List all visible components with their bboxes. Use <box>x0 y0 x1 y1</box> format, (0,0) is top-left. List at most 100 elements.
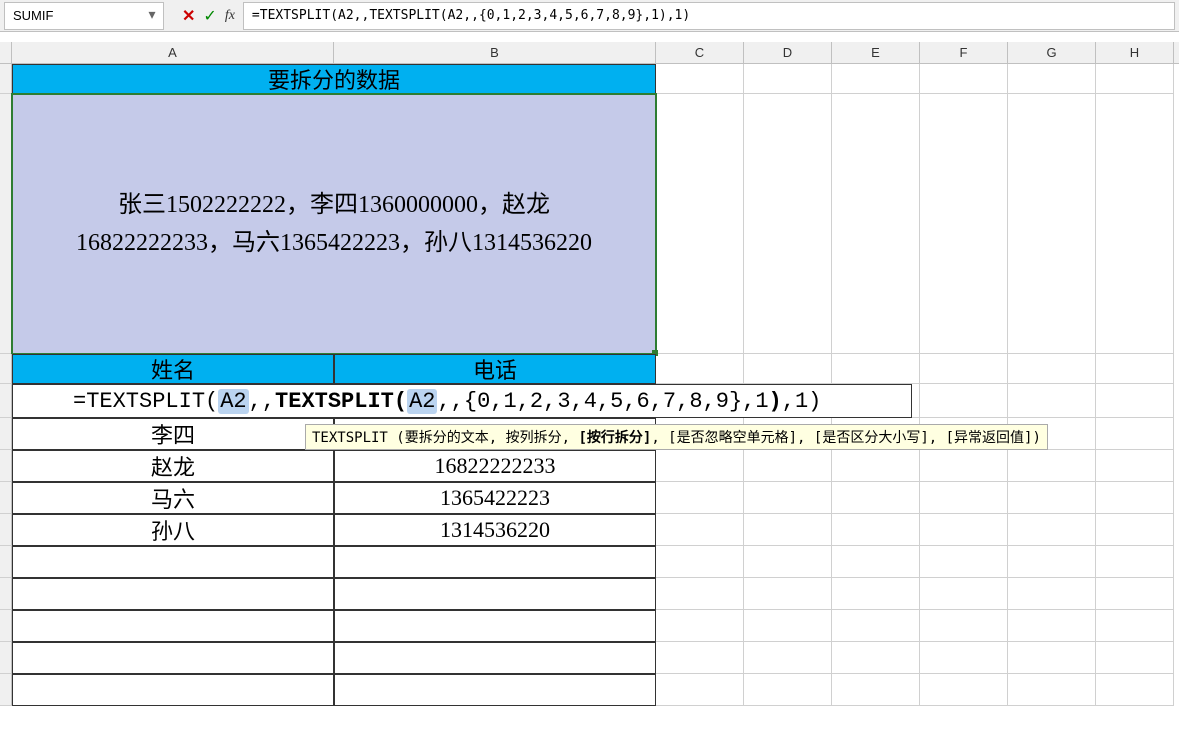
cell[interactable] <box>12 546 334 578</box>
row-header[interactable] <box>0 546 12 578</box>
cell[interactable] <box>832 674 920 706</box>
cell[interactable] <box>744 674 832 706</box>
cell[interactable] <box>832 64 920 94</box>
row-header[interactable] <box>0 384 12 418</box>
subheader-name[interactable]: 姓名 <box>12 354 334 384</box>
cell[interactable] <box>1096 354 1174 384</box>
cell[interactable] <box>920 578 1008 610</box>
cell[interactable] <box>656 610 744 642</box>
cell[interactable] <box>1008 610 1096 642</box>
cell[interactable] <box>920 64 1008 94</box>
row-header[interactable] <box>0 450 12 482</box>
cell[interactable] <box>744 610 832 642</box>
cell-phone[interactable]: 1365422223 <box>334 482 656 514</box>
cell[interactable] <box>1008 546 1096 578</box>
cell[interactable] <box>920 94 1008 354</box>
cell[interactable] <box>656 514 744 546</box>
cell-name[interactable]: 李四 <box>12 418 334 450</box>
cell[interactable] <box>656 642 744 674</box>
cell[interactable] <box>832 546 920 578</box>
cell[interactable] <box>920 482 1008 514</box>
cell[interactable] <box>1096 384 1174 418</box>
cell[interactable] <box>744 546 832 578</box>
cell[interactable] <box>1096 514 1174 546</box>
col-header-H[interactable]: H <box>1096 42 1174 63</box>
col-header-B[interactable]: B <box>334 42 656 63</box>
cell[interactable] <box>1008 94 1096 354</box>
cell[interactable] <box>832 94 920 354</box>
cell[interactable] <box>1008 578 1096 610</box>
cell[interactable] <box>1008 674 1096 706</box>
cell[interactable] <box>334 610 656 642</box>
cell[interactable] <box>1096 674 1174 706</box>
cell[interactable] <box>1096 610 1174 642</box>
cell[interactable] <box>832 514 920 546</box>
cell[interactable] <box>920 354 1008 384</box>
cell[interactable] <box>12 674 334 706</box>
cell[interactable] <box>744 64 832 94</box>
cell[interactable] <box>334 674 656 706</box>
formula-input[interactable]: =TEXTSPLIT(A2,,TEXTSPLIT(A2,,{0,1,2,3,4,… <box>243 2 1175 30</box>
cell[interactable] <box>656 674 744 706</box>
col-header-F[interactable]: F <box>920 42 1008 63</box>
subheader-phone[interactable]: 电话 <box>334 354 656 384</box>
data-cell-A2-merged[interactable]: 张三1502222222，李四1360000000，赵龙 16822222233… <box>12 94 656 354</box>
col-header-E[interactable]: E <box>832 42 920 63</box>
cell[interactable] <box>656 482 744 514</box>
row-header[interactable] <box>0 642 12 674</box>
row-header[interactable] <box>0 482 12 514</box>
cell-phone[interactable]: 1314536220 <box>334 514 656 546</box>
cell[interactable] <box>656 94 744 354</box>
cell[interactable] <box>744 450 832 482</box>
cell[interactable] <box>1008 450 1096 482</box>
row-header[interactable] <box>0 578 12 610</box>
cell[interactable] <box>1008 482 1096 514</box>
row-header[interactable] <box>0 514 12 546</box>
cell[interactable] <box>1096 418 1174 450</box>
cell[interactable] <box>656 450 744 482</box>
cell[interactable] <box>1008 642 1096 674</box>
cell[interactable] <box>1096 546 1174 578</box>
cell[interactable] <box>832 642 920 674</box>
cell[interactable] <box>1008 354 1096 384</box>
cell-name[interactable]: 马六 <box>12 482 334 514</box>
confirm-icon[interactable]: ✓ <box>203 6 216 26</box>
cell[interactable] <box>920 642 1008 674</box>
cancel-icon[interactable]: ✕ <box>182 6 195 26</box>
cell[interactable] <box>832 482 920 514</box>
cell[interactable] <box>1096 578 1174 610</box>
cell[interactable] <box>334 546 656 578</box>
row-header[interactable] <box>0 354 12 384</box>
cell[interactable] <box>1008 384 1096 418</box>
cell[interactable] <box>1096 450 1174 482</box>
cell[interactable] <box>1096 64 1174 94</box>
cell[interactable] <box>1096 642 1174 674</box>
cell[interactable] <box>920 450 1008 482</box>
cell[interactable] <box>744 94 832 354</box>
cell[interactable] <box>12 610 334 642</box>
cell[interactable] <box>920 384 1008 418</box>
cell[interactable] <box>656 64 744 94</box>
cell[interactable] <box>334 578 656 610</box>
row-header[interactable] <box>0 610 12 642</box>
cell-name[interactable]: 赵龙 <box>12 450 334 482</box>
row-header[interactable] <box>0 94 12 354</box>
cell[interactable] <box>656 578 744 610</box>
cell[interactable] <box>1096 482 1174 514</box>
cell[interactable] <box>744 578 832 610</box>
corner-cell[interactable] <box>0 42 12 63</box>
cell[interactable] <box>656 546 744 578</box>
row-header[interactable] <box>0 418 12 450</box>
cell[interactable] <box>920 546 1008 578</box>
col-header-C[interactable]: C <box>656 42 744 63</box>
cell[interactable] <box>920 610 1008 642</box>
col-header-A[interactable]: A <box>12 42 334 63</box>
cell[interactable] <box>1096 94 1174 354</box>
header-cell-merged[interactable]: 要拆分的数据 <box>12 64 656 94</box>
row-header[interactable] <box>0 674 12 706</box>
cell[interactable] <box>12 642 334 674</box>
cell[interactable] <box>334 642 656 674</box>
cell[interactable] <box>832 578 920 610</box>
formula-edit-cell[interactable]: =TEXTSPLIT(A2,,TEXTSPLIT(A2,,{0,1,2,3,4,… <box>12 384 912 418</box>
cell[interactable] <box>920 674 1008 706</box>
